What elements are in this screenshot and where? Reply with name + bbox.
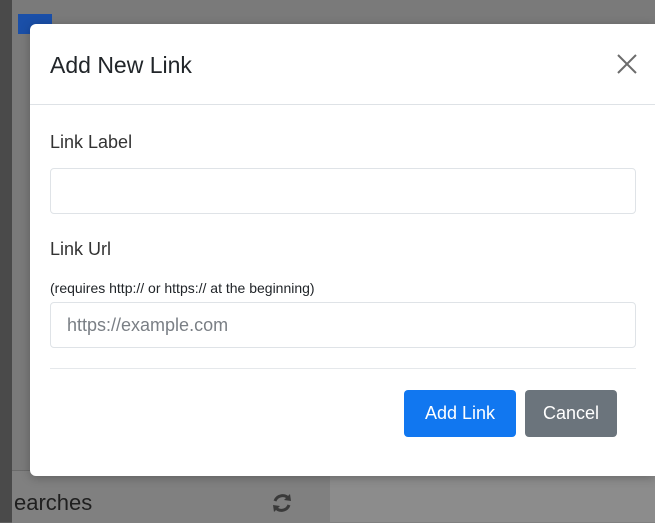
close-icon — [617, 54, 637, 74]
footer-divider — [50, 368, 636, 369]
cancel-button[interactable]: Cancel — [525, 390, 617, 437]
link-label-input[interactable] — [50, 168, 636, 214]
background-right-block — [330, 476, 655, 522]
close-button[interactable] — [613, 50, 641, 78]
link-label-label: Link Label — [50, 132, 133, 152]
background-searches-label: earches — [14, 490, 93, 515]
add-link-modal: Add New Link Link Label Link Url (requir… — [30, 24, 655, 476]
link-url-label: Link Url — [50, 239, 112, 259]
modal-title: Add New Link — [50, 52, 192, 78]
add-link-button[interactable]: Add Link — [404, 390, 516, 437]
link-url-input[interactable] — [50, 302, 636, 348]
background-edge — [0, 0, 12, 522]
modal-header: Add New Link — [30, 24, 655, 105]
link-url-hint: (requires http:// or https:// at the beg… — [50, 280, 315, 296]
refresh-icon[interactable] — [270, 491, 294, 515]
